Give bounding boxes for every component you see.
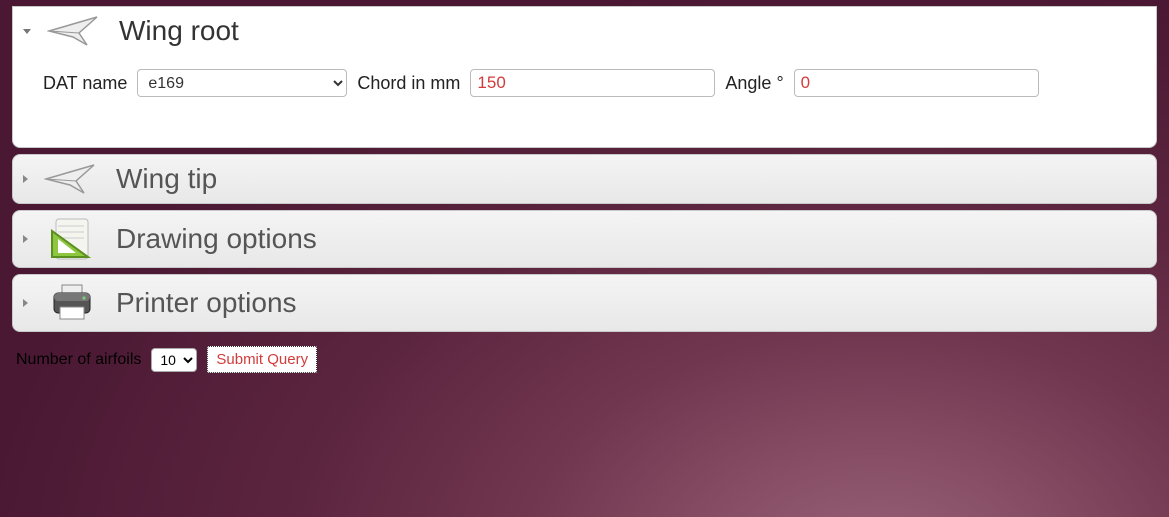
- airfoil-count-label: Number of airfoils: [16, 351, 141, 369]
- panel-title: Wing tip: [116, 163, 217, 195]
- submit-query-button[interactable]: Submit Query: [207, 346, 317, 373]
- panel-title: Wing root: [119, 15, 239, 47]
- panel-title: Printer options: [116, 287, 297, 319]
- ruler-triangle-icon: [42, 217, 102, 261]
- panel-header-wing-root[interactable]: Wing root: [23, 13, 1146, 49]
- panel-drawing-options: Drawing options: [12, 210, 1157, 268]
- dat-name-select[interactable]: e169: [137, 69, 347, 97]
- panel-header-printer-options[interactable]: Printer options: [23, 281, 1146, 325]
- paper-plane-icon: [45, 13, 105, 49]
- paper-plane-icon: [42, 161, 102, 197]
- bottom-bar: Number of airfoils 10 Submit Query: [12, 332, 1157, 387]
- panel-wing-root: Wing root DAT name e169 Chord in mm Angl…: [12, 6, 1157, 148]
- caret-down-icon: [23, 29, 31, 34]
- angle-input[interactable]: [794, 69, 1039, 97]
- panel-header-drawing-options[interactable]: Drawing options: [23, 217, 1146, 261]
- chord-label: Chord in mm: [357, 73, 460, 94]
- caret-right-icon: [23, 299, 28, 307]
- dat-name-label: DAT name: [43, 73, 127, 94]
- caret-right-icon: [23, 235, 28, 243]
- chord-input[interactable]: [470, 69, 715, 97]
- angle-label: Angle °: [725, 73, 783, 94]
- panel-header-wing-tip[interactable]: Wing tip: [23, 161, 1146, 197]
- printer-icon: [42, 281, 102, 325]
- panel-wing-tip: Wing tip: [12, 154, 1157, 204]
- airfoil-count-select[interactable]: 10: [151, 348, 197, 372]
- panel-printer-options: Printer options: [12, 274, 1157, 332]
- caret-right-icon: [23, 175, 28, 183]
- panel-title: Drawing options: [116, 223, 317, 255]
- wing-root-form: DAT name e169 Chord in mm Angle °: [23, 49, 1146, 97]
